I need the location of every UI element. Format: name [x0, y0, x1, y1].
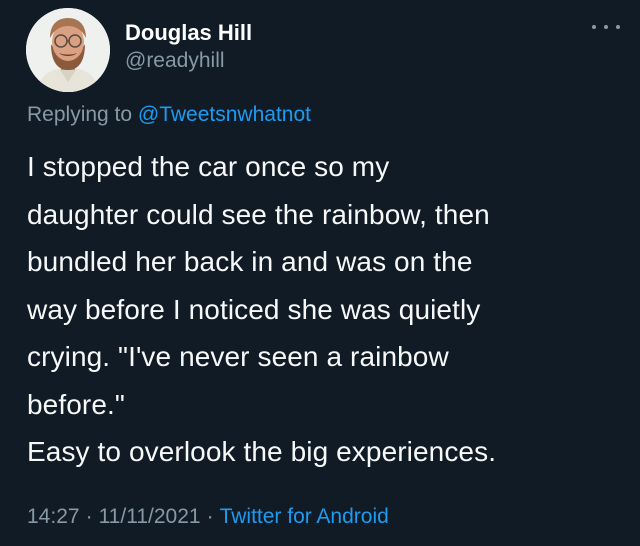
author-handle[interactable]: @readyhill [125, 47, 252, 74]
dot-icon [592, 25, 596, 29]
tweet-time[interactable]: 14:27 [27, 505, 80, 528]
tweet-metadata: 14:27 · 11/11/2021 · Twitter for Android [27, 503, 389, 531]
author-display-name[interactable]: Douglas Hill [125, 19, 252, 47]
author-names: Douglas Hill @readyhill [125, 19, 252, 74]
tweet-line: bundled her back in and was on the [27, 246, 473, 277]
tweet-line: way before I noticed she was quietly [27, 293, 481, 325]
tweet-card: Douglas Hill @readyhill Replying to @Twe… [0, 0, 640, 546]
more-options-icon[interactable] [592, 18, 620, 36]
tweet-text: I stopped the car once so my daughter co… [27, 143, 617, 476]
profile-avatar[interactable] [26, 8, 110, 92]
tweet-line: before." [27, 388, 125, 420]
tweet-line: I stopped the car once so my [27, 151, 390, 182]
replying-to-label: Replying to [27, 103, 138, 126]
tweet-line: Easy to overlook the big experiences. [27, 436, 497, 467]
tweet-line: daughter could see the rainbow, then [27, 198, 490, 230]
replying-to-mention[interactable]: @Tweetsnwhatnot [138, 103, 311, 126]
tweet-date[interactable]: 11/11/2021 [99, 505, 201, 528]
tweet-line: crying. "I've never seen a rainbow [27, 341, 449, 372]
avatar-photo [26, 8, 110, 92]
replying-to-line: Replying to @Tweetsnwhatnot [27, 101, 311, 129]
tweet-header: Douglas Hill @readyhill [26, 8, 252, 92]
tweet-source[interactable]: Twitter for Android [220, 505, 389, 528]
separator: · [206, 505, 214, 528]
dot-icon [616, 25, 620, 29]
dot-icon [604, 25, 608, 29]
separator: · [85, 505, 93, 528]
